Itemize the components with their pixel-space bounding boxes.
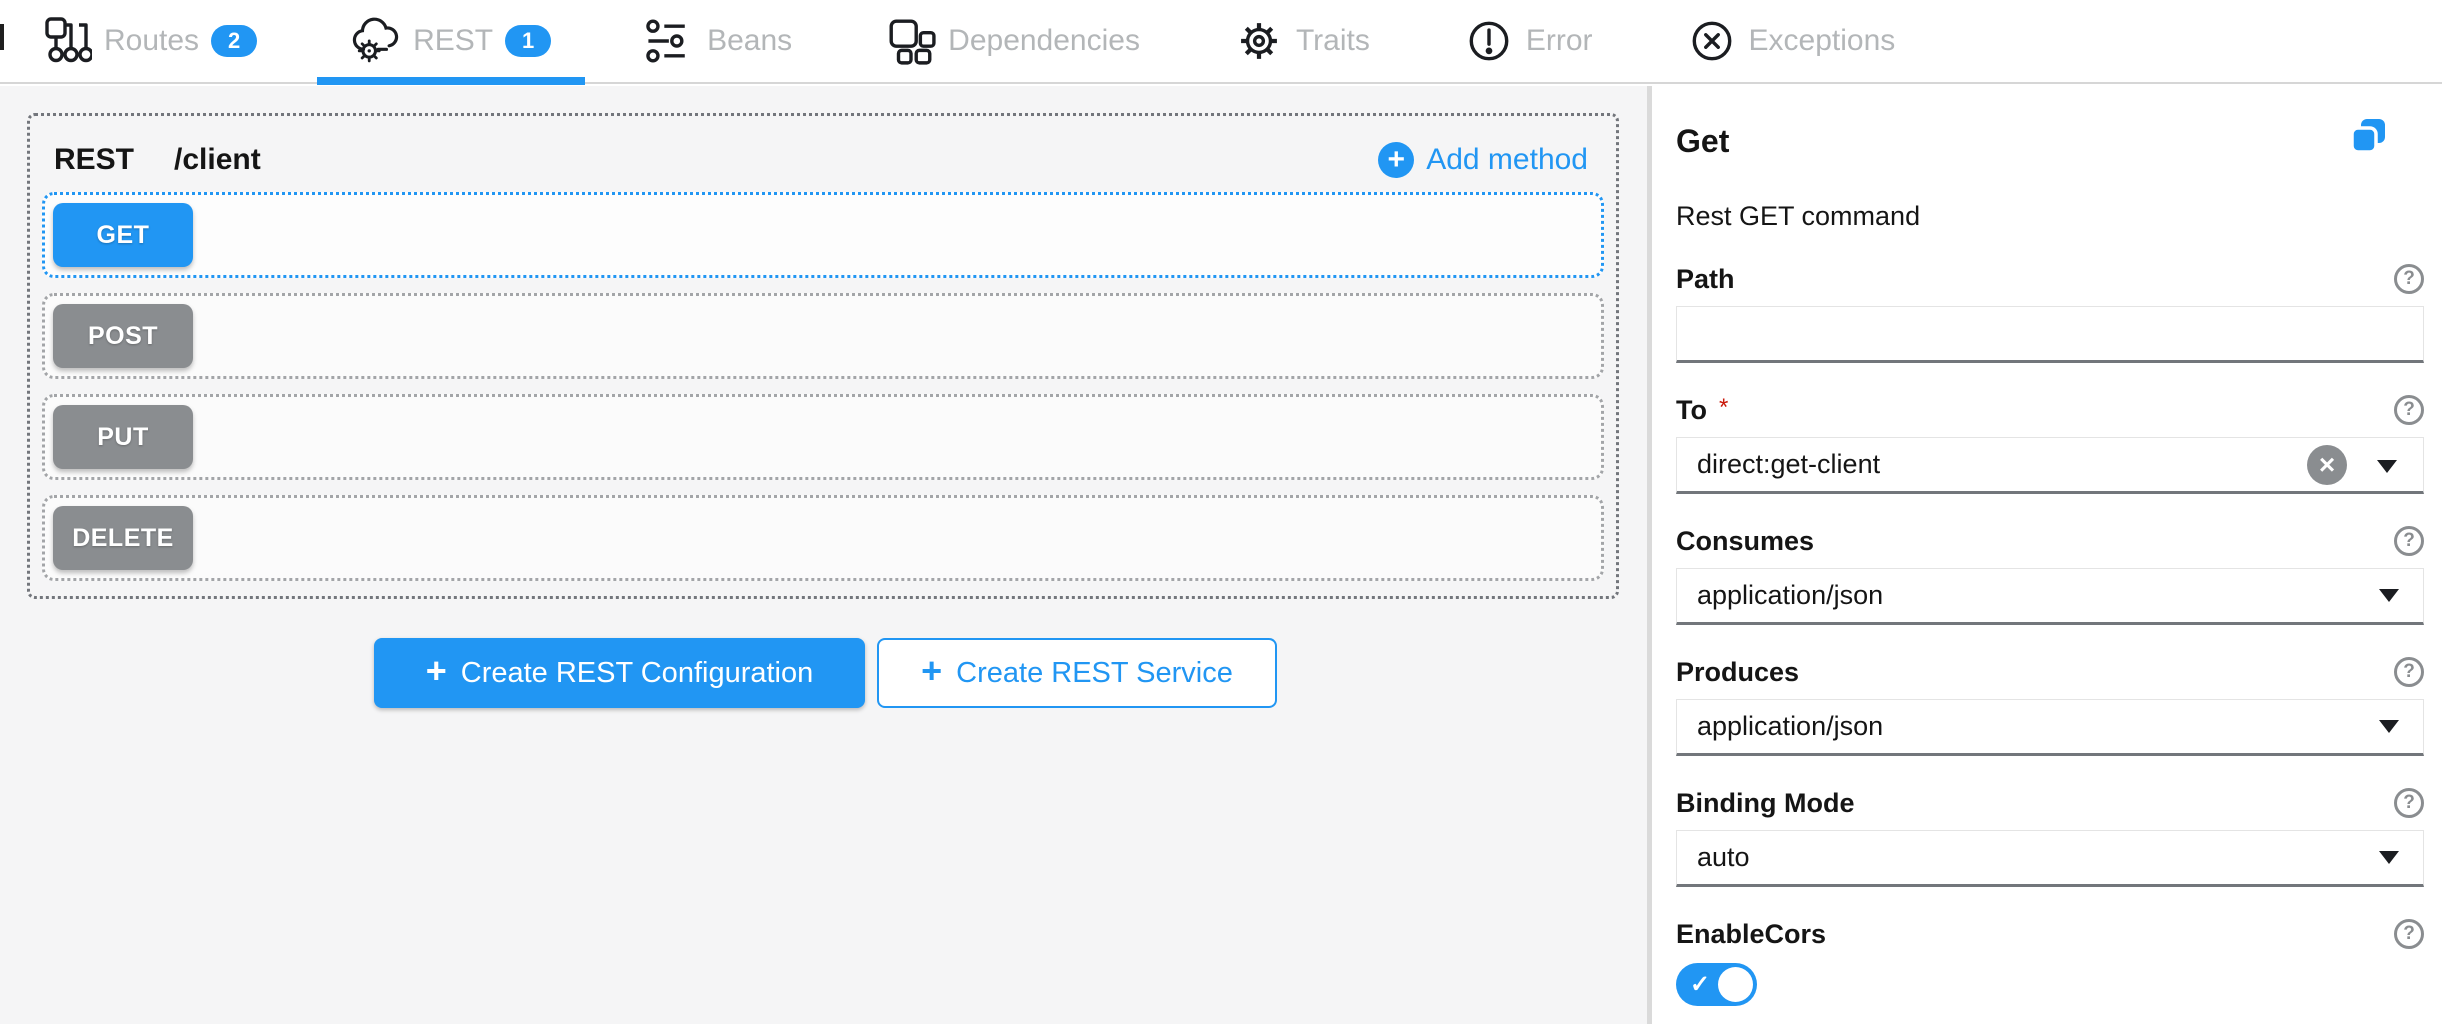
clear-value-icon[interactable]: × (2307, 445, 2347, 485)
tab-routes-label: Routes (104, 24, 199, 58)
method-badge-delete[interactable]: DELETE (53, 506, 193, 570)
field-path: Path ? (1676, 262, 2424, 363)
tab-exceptions[interactable]: Exceptions (1653, 0, 1930, 83)
field-produces-label: Produces (1676, 655, 1799, 689)
field-path-label: Path (1676, 262, 1735, 296)
field-enablecors-label: EnableCors (1676, 917, 1826, 951)
help-icon[interactable]: ? (2394, 526, 2424, 556)
left-edge-mark (0, 24, 4, 50)
rest-icon (351, 16, 401, 66)
tab-error[interactable]: Error (1430, 0, 1627, 83)
required-asterisk: * (1719, 394, 1728, 421)
rest-designer-canvas: REST /client + Add method GET POST PUT D… (0, 86, 1647, 1024)
tab-routes-badge: 2 (211, 25, 257, 57)
binding-mode-select[interactable]: auto (1676, 830, 2424, 887)
beans-icon (645, 16, 695, 66)
method-row-get[interactable]: GET (42, 192, 1604, 278)
error-icon (1464, 16, 1514, 66)
method-list: GET POST PUT DELETE (30, 192, 1616, 581)
method-badge-put[interactable]: PUT (53, 405, 193, 469)
create-rest-service-button[interactable]: + Create REST Service (877, 638, 1277, 708)
toggle-knob (1718, 967, 1753, 1002)
field-binding-mode: Binding Mode ? auto (1676, 786, 2424, 887)
designer-tab-bar: Routes 2 REST 1 Beans De (0, 0, 2442, 84)
tab-dependencies[interactable]: Dependencies (852, 0, 1174, 83)
plus-icon: + (921, 653, 942, 689)
tab-exceptions-label: Exceptions (1749, 24, 1896, 58)
path-input[interactable] (1677, 307, 2423, 360)
plus-icon: + (426, 653, 447, 689)
binding-mode-value: auto (1697, 842, 1750, 873)
create-rest-configuration-label: Create REST Configuration (461, 657, 813, 690)
tab-rest-label: REST (413, 24, 493, 58)
create-buttons-row: + Create REST Configuration + Create RES… (374, 638, 1277, 708)
clone-element-button[interactable] (2350, 118, 2386, 157)
field-to-label: To (1676, 395, 1707, 425)
method-badge-post[interactable]: POST (53, 304, 193, 368)
tab-beans-label: Beans (707, 24, 792, 58)
field-consumes: Consumes ? application/json (1676, 524, 2424, 625)
check-icon: ✓ (1690, 969, 1710, 998)
tab-routes[interactable]: Routes 2 (8, 0, 291, 83)
method-row-delete[interactable]: DELETE (42, 495, 1604, 581)
rest-service-panel[interactable]: REST /client + Add method GET POST PUT D… (27, 113, 1619, 599)
method-row-post[interactable]: POST (42, 293, 1604, 379)
produces-select[interactable]: application/json (1676, 699, 2424, 756)
chevron-down-icon (2379, 589, 2399, 602)
traits-icon (1234, 16, 1284, 66)
create-rest-configuration-button[interactable]: + Create REST Configuration (374, 638, 865, 708)
tab-rest-badge: 1 (505, 25, 551, 57)
tab-error-label: Error (1526, 24, 1593, 58)
rest-panel-title: REST (54, 143, 134, 177)
help-icon[interactable]: ? (2394, 919, 2424, 949)
consumes-select[interactable]: application/json (1676, 568, 2424, 625)
help-icon[interactable]: ? (2394, 264, 2424, 294)
tab-traits[interactable]: Traits (1200, 0, 1404, 83)
enablecors-toggle[interactable]: ✓ (1676, 963, 1757, 1006)
properties-title: Get (1676, 122, 1729, 160)
chevron-down-icon (2379, 720, 2399, 733)
help-icon[interactable]: ? (2394, 788, 2424, 818)
create-rest-service-label: Create REST Service (956, 657, 1233, 690)
properties-header: Get (1676, 122, 2424, 160)
produces-value: application/json (1697, 711, 1883, 742)
tab-traits-label: Traits (1296, 24, 1370, 58)
element-description: Rest GET command (1676, 200, 2424, 232)
field-to: To * ? × (1676, 393, 2424, 494)
rest-service-header: REST /client + Add method (30, 116, 1616, 188)
field-binding-mode-label: Binding Mode (1676, 786, 1854, 820)
method-row-put[interactable]: PUT (42, 394, 1604, 480)
properties-panel: Get Rest GET command Path ? To * ? × (1652, 86, 2442, 1024)
chevron-down-icon (2379, 851, 2399, 864)
help-icon[interactable]: ? (2394, 657, 2424, 687)
help-icon[interactable]: ? (2394, 395, 2424, 425)
tab-rest[interactable]: REST 1 (317, 0, 585, 83)
clone-icon (2350, 118, 2386, 154)
method-badge-get[interactable]: GET (53, 203, 193, 267)
add-method-button[interactable]: + Add method (1378, 142, 1588, 178)
exceptions-icon (1687, 16, 1737, 66)
tab-dependencies-label: Dependencies (948, 24, 1140, 58)
field-produces: Produces ? application/json (1676, 655, 2424, 756)
dependencies-icon (886, 16, 936, 66)
add-method-label: Add method (1426, 143, 1588, 177)
consumes-value: application/json (1697, 580, 1883, 611)
field-consumes-label: Consumes (1676, 524, 1814, 558)
routes-icon (42, 16, 92, 66)
plus-circle-icon: + (1378, 142, 1414, 178)
rest-panel-path: /client (174, 143, 261, 177)
field-enablecors: EnableCors ? ✓ (1676, 917, 2424, 1006)
chevron-down-icon[interactable] (2377, 460, 2397, 473)
tab-beans[interactable]: Beans (611, 0, 826, 83)
